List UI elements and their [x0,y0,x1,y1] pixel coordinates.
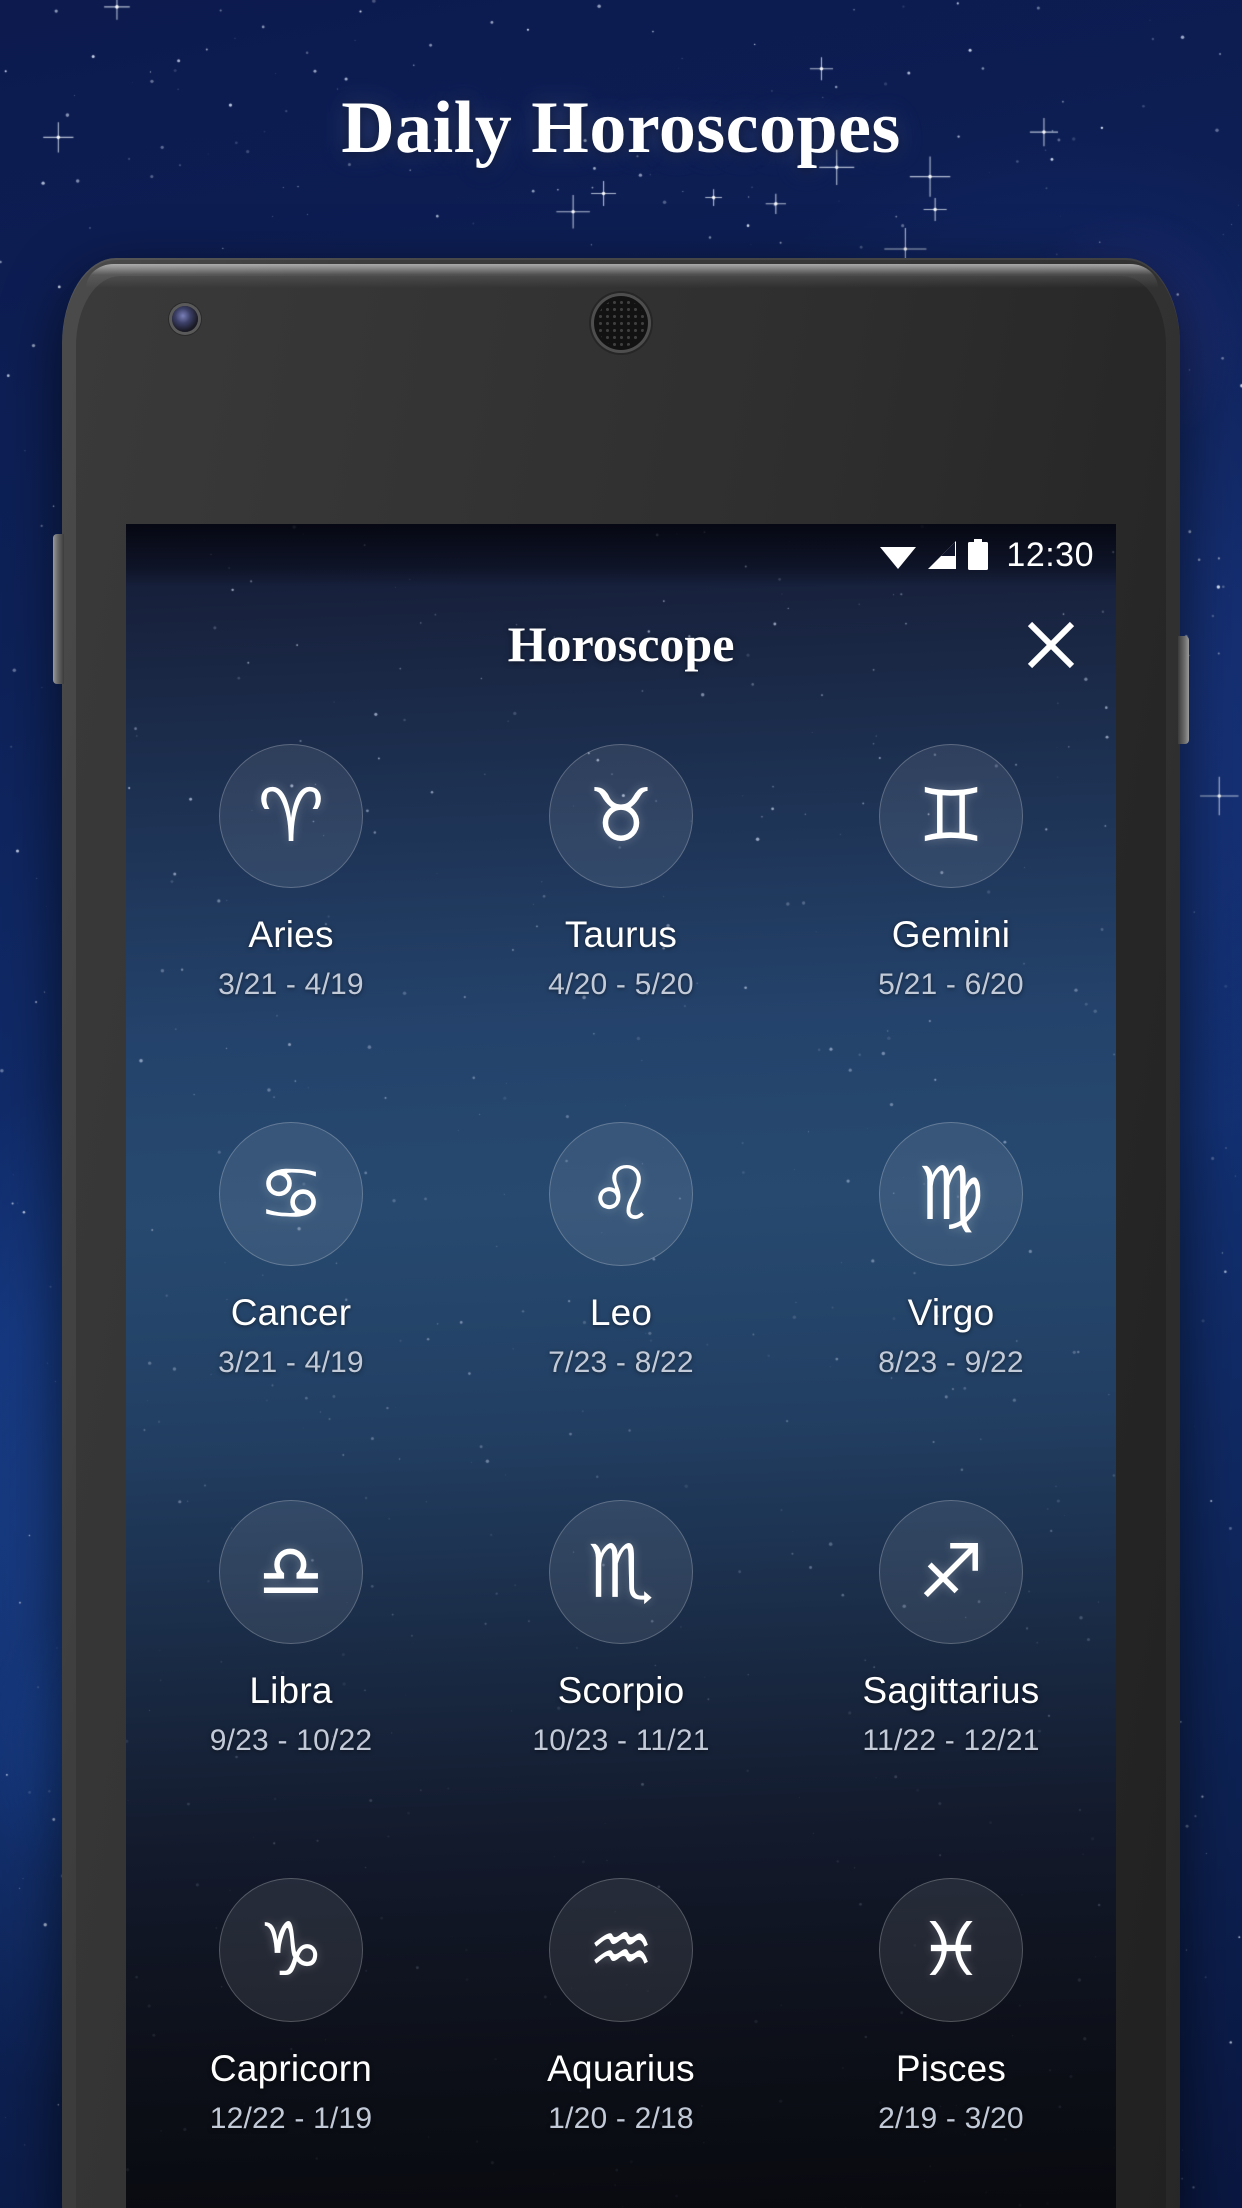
zodiac-item-sagittarius[interactable]: ♐ Sagittarius 11/22 - 12/21 [786,1476,1116,1854]
cellular-signal-icon [928,541,957,569]
zodiac-date-range: 10/23 - 11/21 [532,1724,710,1757]
sagittarius-icon: ♐ [917,1529,985,1615]
zodiac-name: Pisces [895,2048,1007,2089]
pisces-icon: ♓ [917,1907,985,1993]
zodiac-circle: ♈ [219,744,363,888]
zodiac-item-gemini[interactable]: ♊ Gemini 5/21 - 6/20 [786,720,1116,1098]
zodiac-item-virgo[interactable]: ♍ Virgo 8/23 - 9/22 [786,1098,1116,1476]
zodiac-date-range: 9/23 - 10/22 [209,1724,373,1757]
zodiac-item-aries[interactable]: ♈ Aries 3/21 - 4/19 [126,720,456,1098]
zodiac-name: Aquarius [547,2048,695,2089]
aries-icon: ♈ [257,773,325,859]
cancer-icon: ♋ [257,1151,325,1237]
zodiac-date-range: 11/22 - 12/21 [862,1724,1040,1757]
wifi-icon [880,547,917,569]
zodiac-date-range: 5/21 - 6/20 [878,968,1024,1001]
virgo-icon: ♍ [917,1151,985,1237]
volume-rocker-button[interactable] [53,534,64,684]
close-button[interactable] [1020,614,1082,676]
zodiac-circle: ♑ [219,1878,363,2022]
zodiac-item-pisces[interactable]: ♓ Pisces 2/19 - 3/20 [786,1854,1116,2208]
power-button[interactable] [1178,636,1189,744]
zodiac-circle: ♐ [879,1500,1023,1644]
zodiac-name: Taurus [564,914,678,955]
phone-top-rim [86,264,1158,288]
zodiac-circle: ♒ [549,1878,693,2022]
libra-icon: ♎ [257,1529,325,1615]
zodiac-date-range: 3/21 - 4/19 [218,968,364,1001]
speaker-grille-icon [594,296,648,350]
zodiac-grid: ♈ Aries 3/21 - 4/19 ♉ Taurus 4/20 - 5/20 ♊ Gemi… [126,720,1116,2208]
zodiac-circle: ♉ [549,744,693,888]
status-bar: 12:30 [126,524,1116,586]
zodiac-date-range: 7/23 - 8/22 [548,1346,694,1379]
zodiac-circle: ♎ [219,1500,363,1644]
scorpio-icon: ♏ [587,1529,655,1615]
zodiac-item-taurus[interactable]: ♉ Taurus 4/20 - 5/20 [456,720,786,1098]
zodiac-name: Sagittarius [862,1670,1040,1711]
zodiac-date-range: 1/20 - 2/18 [548,2102,694,2135]
zodiac-item-capricorn[interactable]: ♑ Capricorn 12/22 - 1/19 [126,1854,456,2208]
zodiac-item-cancer[interactable]: ♋ Cancer 3/21 - 4/19 [126,1098,456,1476]
capricorn-icon: ♑ [257,1907,325,1993]
zodiac-name: Capricorn [209,2048,373,2089]
zodiac-name: Aries [248,914,334,955]
phone-screen: 12:30 Horoscope ♈ Aries 3/21 - 4/19 ♉ Taurus… [126,524,1116,2208]
close-icon [1027,621,1075,669]
zodiac-item-libra[interactable]: ♎ Libra 9/23 - 10/22 [126,1476,456,1854]
zodiac-name: Leo [589,1292,653,1333]
zodiac-circle: ♊ [879,744,1023,888]
zodiac-circle: ♓ [879,1878,1023,2022]
zodiac-circle: ♏ [549,1500,693,1644]
page-title: Daily Horoscopes [341,87,901,169]
app-title: Horoscope [507,616,735,672]
zodiac-date-range: 3/21 - 4/19 [218,1346,364,1379]
zodiac-date-range: 8/23 - 9/22 [878,1346,1024,1379]
gemini-icon: ♊ [917,773,985,859]
zodiac-name: Virgo [907,1292,995,1333]
battery-full-icon [968,539,989,570]
zodiac-date-range: 2/19 - 3/20 [878,2102,1024,2135]
zodiac-circle: ♋ [219,1122,363,1266]
zodiac-item-scorpio[interactable]: ♏ Scorpio 10/23 - 11/21 [456,1476,786,1854]
zodiac-circle: ♍ [879,1122,1023,1266]
app-header: Horoscope [126,586,1116,702]
zodiac-item-aquarius[interactable]: ♒ Aquarius 1/20 - 2/18 [456,1854,786,2208]
aquarius-icon: ♒ [587,1907,655,1993]
zodiac-name: Cancer [230,1292,352,1333]
zodiac-name: Gemini [891,914,1011,955]
zodiac-circle: ♌ [549,1122,693,1266]
zodiac-name: Scorpio [557,1670,685,1711]
leo-icon: ♌ [587,1151,655,1237]
zodiac-date-range: 12/22 - 1/19 [209,2102,373,2135]
zodiac-item-leo[interactable]: ♌ Leo 7/23 - 8/22 [456,1098,786,1476]
status-bar-icons [879,539,989,571]
zodiac-date-range: 4/20 - 5/20 [548,968,694,1001]
taurus-icon: ♉ [587,773,655,859]
phone-mockup: 12:30 Horoscope ♈ Aries 3/21 - 4/19 ♉ Taurus… [53,258,1189,2208]
status-bar-time: 12:30 [1006,535,1094,574]
zodiac-name: Libra [249,1670,333,1711]
front-camera-icon [172,306,198,332]
